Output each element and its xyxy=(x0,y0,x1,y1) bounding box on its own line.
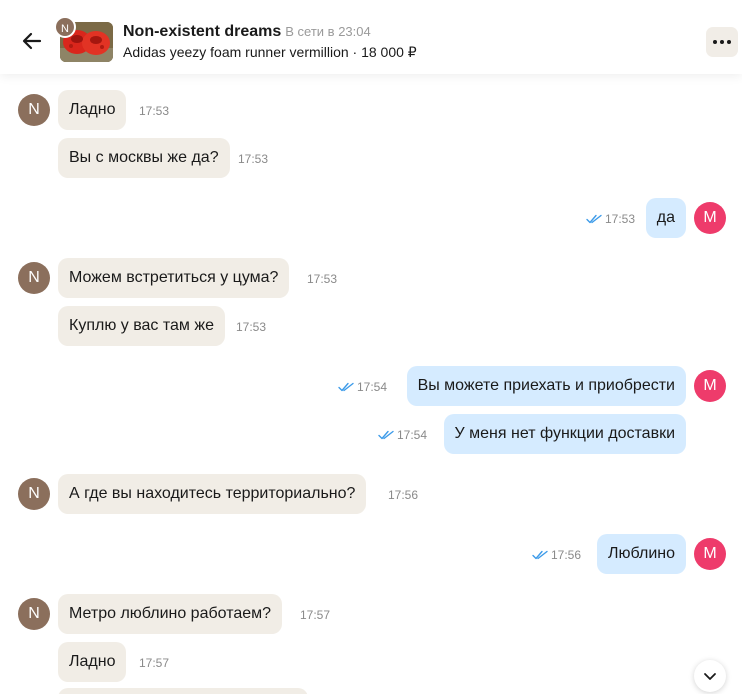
chat-title[interactable]: Non-existent dreams В сети в 23:04 xyxy=(123,23,371,41)
listing-summary[interactable]: Adidas yeezy foam runner vermillion · 18… xyxy=(123,44,417,61)
read-ticks-icon xyxy=(338,382,354,392)
outgoing-message: Люблино xyxy=(597,534,686,574)
chevron-down-icon xyxy=(704,673,716,680)
message-time: 17:53 xyxy=(238,152,269,166)
outgoing-message: Вы можете приехать и приобрести xyxy=(406,366,686,406)
message-time: 17:53 xyxy=(139,104,170,118)
seller-mini-avatar: N xyxy=(54,16,76,38)
seller-avatar[interactable]: N xyxy=(18,262,50,294)
message-time: 17:56 xyxy=(388,488,419,502)
arrow-left-icon xyxy=(22,32,42,50)
my-avatar[interactable]: M xyxy=(694,370,726,402)
my-avatar[interactable]: M xyxy=(694,202,726,234)
incoming-message: Можем встретиться у цума? xyxy=(58,258,290,298)
incoming-message: Вы с москвы же да? xyxy=(58,138,230,178)
ellipsis-icon xyxy=(713,40,731,44)
online-status: В сети в 23:04 xyxy=(285,24,371,39)
incoming-message: А где вы находитесь территориально? xyxy=(58,474,367,514)
read-ticks-icon xyxy=(378,430,394,440)
message-time: 17:53 xyxy=(604,212,635,226)
more-options-button[interactable] xyxy=(706,27,738,57)
message-time: 17:53 xyxy=(307,272,338,286)
incoming-message: Ладно xyxy=(58,90,127,130)
seller-avatar[interactable]: N xyxy=(18,94,50,126)
message-meta: 17:56 xyxy=(532,548,581,562)
seller-avatar[interactable]: N xyxy=(18,478,50,510)
message-meta: 17:54 xyxy=(378,428,427,442)
read-ticks-icon xyxy=(532,550,548,560)
chat-header: N Non-existent dreams В сети в 23:04 Adid… xyxy=(0,0,742,74)
seller-avatar[interactable]: N xyxy=(18,598,50,630)
message-time: 17:57 xyxy=(139,656,170,670)
message-time: 17:53 xyxy=(236,320,267,334)
message-time: 17:54 xyxy=(396,428,427,442)
scroll-to-bottom-button[interactable] xyxy=(694,660,726,692)
seller-name: Non-existent dreams xyxy=(123,23,282,40)
message-meta: 17:53 xyxy=(586,212,635,226)
read-ticks-icon xyxy=(586,214,602,224)
outgoing-message: У меня нет функции доставки xyxy=(443,414,686,454)
incoming-message: Ладно xyxy=(58,642,127,682)
my-avatar[interactable]: M xyxy=(694,538,726,570)
message-time: 17:57 xyxy=(300,608,331,622)
message-meta: 17:54 xyxy=(338,380,387,394)
incoming-message: Куплю у вас там же xyxy=(58,306,225,346)
back-button[interactable] xyxy=(18,27,46,55)
outgoing-message: да xyxy=(645,198,686,238)
incoming-message: Метро люблино работаем? xyxy=(58,594,283,634)
message-time: 17:54 xyxy=(356,380,387,394)
incoming-message-partial xyxy=(58,688,308,694)
message-time: 17:56 xyxy=(550,548,581,562)
